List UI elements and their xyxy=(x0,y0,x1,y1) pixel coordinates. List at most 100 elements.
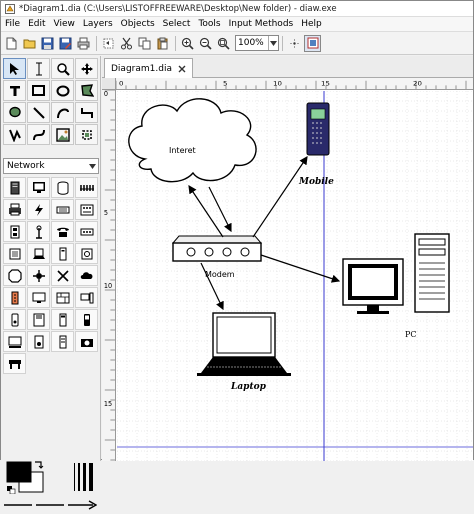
menu-input-methods[interactable]: Input Methods xyxy=(225,19,298,29)
shape-wall-plug[interactable] xyxy=(3,221,26,242)
save-button[interactable] xyxy=(39,35,56,52)
open-button[interactable] xyxy=(21,35,38,52)
shape-speaker[interactable] xyxy=(27,331,50,352)
shape-monitor[interactable] xyxy=(27,177,50,198)
shape-camera[interactable] xyxy=(75,331,98,352)
line-tool[interactable] xyxy=(27,102,50,123)
shape-patch-panel[interactable] xyxy=(75,177,98,198)
mobile-phone[interactable] xyxy=(306,102,330,156)
shape-antenna[interactable] xyxy=(27,221,50,242)
ellipse-icon xyxy=(56,85,69,96)
diagram-canvas[interactable]: Interet Mobile Modem PC Laptop xyxy=(117,91,473,461)
modem-device[interactable] xyxy=(171,235,263,262)
menu-layers[interactable]: Layers xyxy=(79,19,117,29)
router-icon xyxy=(32,269,45,282)
outline-tool[interactable] xyxy=(75,124,98,145)
shape-disk[interactable] xyxy=(3,309,26,330)
polyline-tool[interactable] xyxy=(3,124,26,145)
shape-scanner[interactable] xyxy=(51,309,74,330)
zoom-fit-button[interactable] xyxy=(215,35,232,52)
new-file-button[interactable] xyxy=(3,35,20,52)
polyline-icon xyxy=(8,129,21,142)
sheet-selector[interactable]: Network xyxy=(3,158,99,174)
printer-icon xyxy=(8,203,21,216)
end-arrow-selector[interactable] xyxy=(67,499,97,511)
menu-edit[interactable]: Edit xyxy=(24,19,49,29)
shape-workstation[interactable] xyxy=(75,287,98,308)
undo-button[interactable] xyxy=(100,35,117,52)
polygon-tool[interactable] xyxy=(75,80,98,101)
shape-firewall[interactable] xyxy=(51,287,74,308)
box-tool[interactable] xyxy=(27,80,50,101)
ellipse-tool[interactable] xyxy=(51,80,74,101)
menu-tools[interactable]: Tools xyxy=(194,19,224,29)
shape-card[interactable] xyxy=(51,331,74,352)
object-snap-button[interactable] xyxy=(304,34,321,52)
close-icon[interactable] xyxy=(178,65,186,73)
cut-button[interactable] xyxy=(118,35,135,52)
ruler-label-v: 0 xyxy=(104,90,108,98)
paste-button[interactable] xyxy=(154,35,171,52)
scanner-icon xyxy=(59,313,66,326)
shape-pda[interactable] xyxy=(75,309,98,330)
shape-modem-small[interactable] xyxy=(3,287,26,308)
main-toolbar xyxy=(1,32,473,55)
shape-bench[interactable] xyxy=(3,353,26,374)
toolbar-separator xyxy=(175,35,176,51)
chevron-down-icon[interactable] xyxy=(86,159,98,173)
shape-mainframe[interactable] xyxy=(27,309,50,330)
zigzag-line-icon xyxy=(80,107,93,118)
shape-lightning[interactable] xyxy=(27,199,50,220)
shape-storage[interactable] xyxy=(51,177,74,198)
shape-octagon[interactable] xyxy=(3,265,26,286)
disk-drive-icon xyxy=(11,313,18,326)
snap-to-grid-button[interactable] xyxy=(286,35,303,52)
bezierline-tool[interactable] xyxy=(27,124,50,145)
zigzag-tool[interactable] xyxy=(75,102,98,123)
modify-tool[interactable] xyxy=(3,58,26,79)
text-edit-tool[interactable] xyxy=(27,58,50,79)
shape-hub[interactable] xyxy=(75,221,98,242)
line-style-dropdown[interactable] xyxy=(35,499,65,511)
fg-bg-color-selector[interactable] xyxy=(5,460,45,494)
zoom-input[interactable] xyxy=(236,36,268,50)
shape-phone[interactable] xyxy=(51,221,74,242)
beziergon-tool[interactable] xyxy=(3,102,26,123)
menu-help[interactable]: Help xyxy=(297,19,326,29)
menu-view[interactable]: View xyxy=(50,19,79,29)
magnify-tool[interactable] xyxy=(51,58,74,79)
shape-printer[interactable] xyxy=(3,199,26,220)
shape-rack[interactable] xyxy=(75,199,98,220)
scroll-tool[interactable] xyxy=(75,58,98,79)
zoom-out-button[interactable] xyxy=(197,35,214,52)
shape-cross[interactable] xyxy=(51,265,74,286)
shape-display[interactable] xyxy=(27,287,50,308)
image-tool[interactable] xyxy=(51,124,74,145)
start-arrow-selector[interactable] xyxy=(3,499,33,511)
shape-tower[interactable] xyxy=(51,243,74,264)
zoom-combobox[interactable] xyxy=(235,35,279,51)
arc-tool[interactable] xyxy=(51,102,74,123)
shape-router[interactable] xyxy=(27,265,50,286)
shape-computer-case[interactable] xyxy=(3,177,26,198)
text-tool[interactable] xyxy=(3,80,26,101)
shape-terminal[interactable] xyxy=(3,331,26,352)
zoom-in-button[interactable] xyxy=(179,35,196,52)
pc-tower[interactable] xyxy=(414,233,450,313)
menu-objects[interactable]: Objects xyxy=(117,19,159,29)
line-width-selector[interactable] xyxy=(73,462,95,492)
menu-select[interactable]: Select xyxy=(159,19,195,29)
tab-diagram1[interactable]: Diagram1.dia xyxy=(104,58,193,78)
scissors-icon xyxy=(121,37,132,49)
copy-button[interactable] xyxy=(136,35,153,52)
chevron-down-icon[interactable] xyxy=(268,36,278,50)
shape-laptop[interactable] xyxy=(27,243,50,264)
print-button[interactable] xyxy=(75,35,92,52)
computer-case-icon xyxy=(10,181,19,194)
shape-switch[interactable] xyxy=(51,199,74,220)
save-as-button[interactable] xyxy=(57,35,74,52)
shape-server-box[interactable] xyxy=(3,243,26,264)
menu-file[interactable]: File xyxy=(1,19,24,29)
shape-cloud-network[interactable] xyxy=(75,265,98,286)
shape-bridge[interactable] xyxy=(75,243,98,264)
